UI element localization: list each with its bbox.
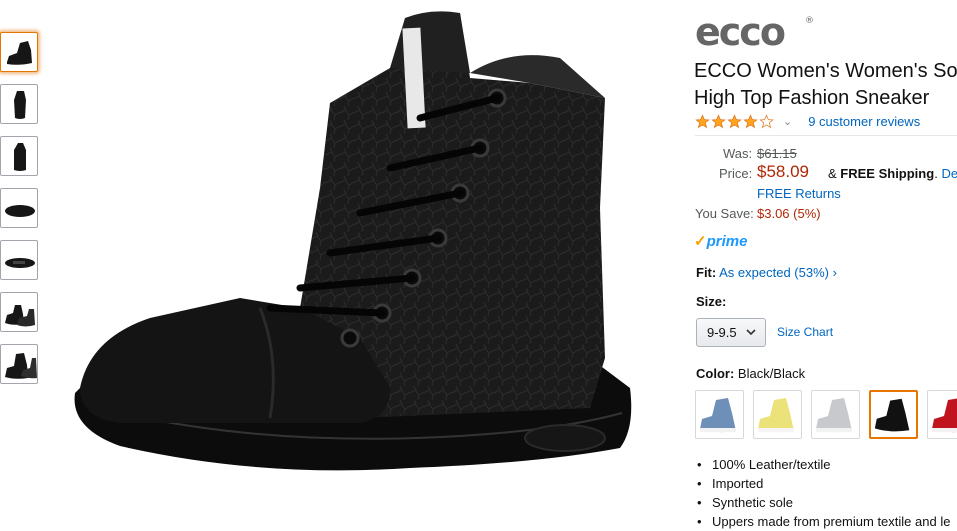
thumbnail-front-view[interactable]	[0, 84, 38, 124]
feature-bullet: Synthetic sole	[695, 493, 950, 512]
feature-bullets: 100% Leather/textile Imported Synthetic …	[695, 455, 950, 531]
shoe-sole-thumbnail-image	[5, 205, 35, 217]
thumbnail-top-view[interactable]	[0, 240, 38, 280]
rating-row: ⌄ 9 customer reviews	[695, 112, 920, 130]
product-title-line1: ECCO Women's Women's So	[694, 60, 957, 82]
star-icon	[759, 113, 774, 128]
thumbnail-side-view[interactable]	[0, 32, 38, 72]
chevron-right-icon: ›	[832, 265, 837, 280]
customer-reviews-link[interactable]: 9 customer reviews	[808, 114, 920, 129]
brand-logo[interactable]: ecco ®	[695, 10, 815, 54]
star-icon	[711, 113, 726, 128]
shoe-pair-thumbnail-image	[5, 305, 35, 327]
star-icon	[743, 113, 758, 128]
prime-badge[interactable]: ✓prime	[694, 232, 747, 250]
feature-bullet: 100% Leather/textile	[695, 455, 950, 474]
free-shipping-text: FREE Shipping	[840, 166, 935, 181]
swatch-shoe-image	[932, 398, 957, 433]
shipping-info: & FREE Shipping. Detail	[828, 166, 957, 181]
divider	[695, 135, 957, 136]
prime-label: prime	[706, 233, 748, 250]
color-swatch-yellow[interactable]	[753, 390, 802, 439]
shipping-period: .	[934, 166, 938, 181]
star-rating[interactable]	[695, 113, 775, 129]
was-price: $61.15	[757, 146, 797, 161]
svg-text:ecco: ecco	[695, 12, 785, 48]
shoe-front-thumbnail-image	[14, 91, 26, 119]
color-info: Color: Black/Black	[696, 366, 805, 381]
chevron-down-icon	[745, 325, 757, 342]
was-label: Was:	[723, 146, 753, 161]
size-dropdown[interactable]: 9-9.5	[696, 318, 766, 347]
main-product-image[interactable]	[60, 8, 660, 523]
current-price: $58.09	[757, 162, 809, 181]
color-swatch-denim-blue[interactable]	[695, 390, 744, 439]
size-selected-value: 9-9.5	[707, 325, 737, 340]
you-save-value: $3.06 (5%)	[757, 206, 821, 221]
swatch-shoe-image	[758, 398, 794, 433]
swatch-shoe-image	[700, 398, 736, 433]
feature-bullet: Imported	[695, 474, 950, 493]
swatch-shoe-image	[816, 398, 852, 433]
shoe-top-thumbnail-image	[5, 258, 35, 268]
star-icon	[727, 113, 742, 128]
color-label: Color:	[696, 366, 735, 381]
feature-bullet: Uppers made from premium textile and le	[695, 512, 950, 531]
fit-info: Fit: As expected (53%) ›	[696, 265, 837, 280]
color-swatch-black[interactable]	[869, 390, 918, 439]
product-title: ECCO Women's Women's So High Top Fashion…	[694, 58, 957, 112]
shoe-angle-thumbnail-image	[5, 353, 37, 379]
swatch-shoe-image	[874, 398, 910, 432]
star-icon	[695, 113, 710, 128]
product-title-line2: High Top Fashion Sneaker	[694, 87, 930, 109]
color-value: Black/Black	[737, 366, 806, 381]
fit-value: As expected (53%)	[719, 265, 829, 280]
you-save-label: You Save:	[695, 206, 754, 221]
fit-label: Fit:	[696, 265, 717, 280]
fit-value-link[interactable]: As expected (53%) ›	[719, 265, 837, 280]
size-chart-link[interactable]: Size Chart	[777, 325, 833, 339]
svg-text:®: ®	[805, 16, 814, 26]
free-returns-link[interactable]: FREE Returns	[757, 186, 841, 201]
shipping-ampersand: &	[828, 166, 837, 181]
shoe-side-thumbnail-image	[7, 41, 32, 65]
size-label: Size:	[696, 294, 727, 309]
prime-check-icon: ✓	[694, 233, 707, 250]
shipping-details-link[interactable]: Detail	[941, 166, 957, 181]
chevron-down-icon[interactable]: ⌄	[783, 115, 792, 128]
color-swatch-red[interactable]	[927, 390, 957, 439]
thumbnail-back-view[interactable]	[0, 136, 38, 176]
ecco-logo-image: ecco ®	[695, 10, 814, 54]
thumbnail-angle-view[interactable]	[0, 344, 38, 384]
shoe-back-thumbnail-image	[14, 143, 26, 171]
color-swatch-light-grey[interactable]	[811, 390, 860, 439]
thumbnail-sole-view[interactable]	[0, 188, 38, 228]
thumbnail-pair-view[interactable]	[0, 292, 38, 332]
price-label: Price:	[719, 166, 753, 181]
